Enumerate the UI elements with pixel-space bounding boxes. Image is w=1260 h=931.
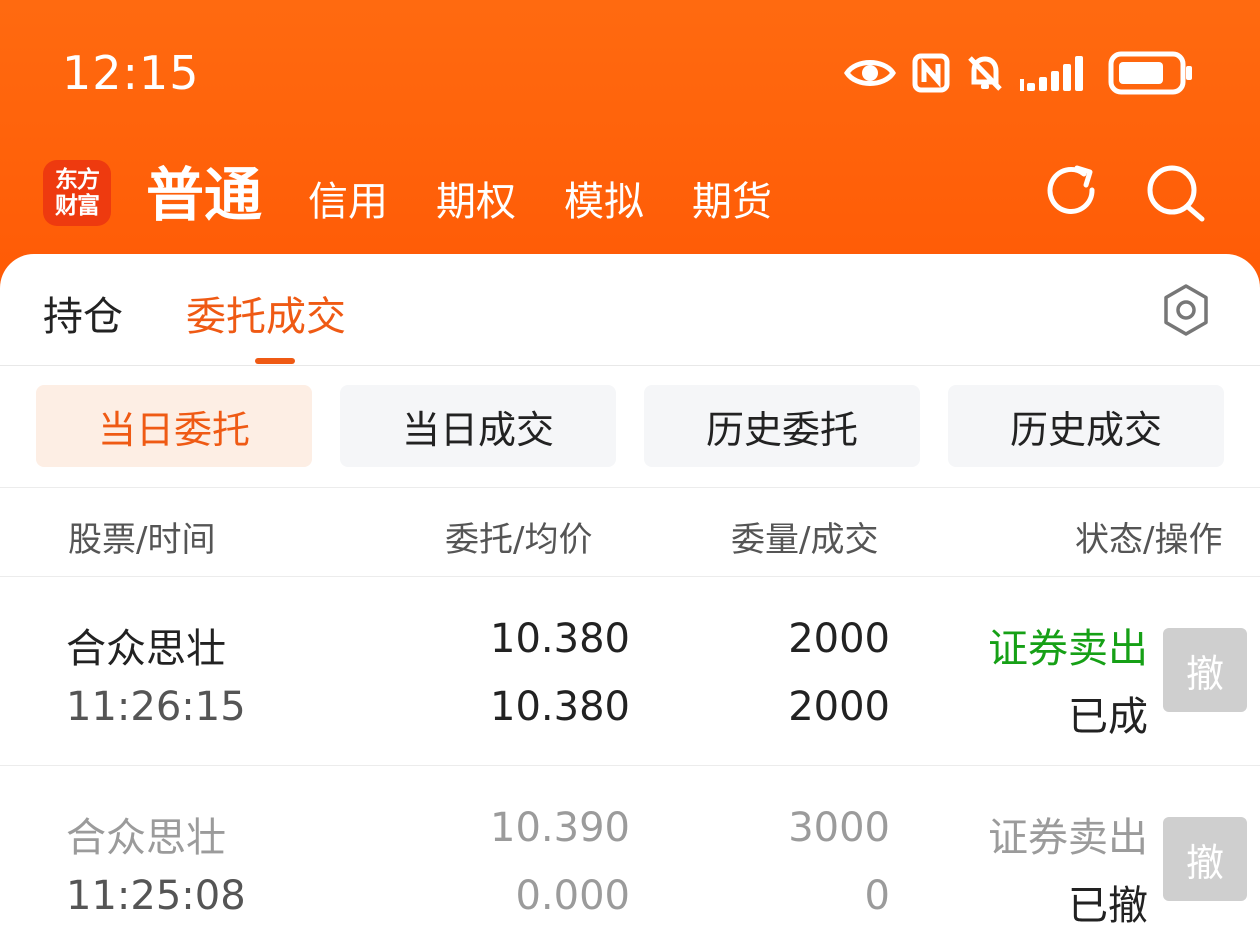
status-icons <box>844 48 1194 98</box>
status-bar: 12:15 <box>0 0 1260 140</box>
logo-line1: 东方 <box>55 166 100 193</box>
divider <box>0 765 1260 766</box>
app-logo[interactable]: 东方 财富 <box>43 160 111 226</box>
filter-today-trades[interactable]: 当日成交 <box>340 385 616 467</box>
filter-history-orders[interactable]: 历史委托 <box>644 385 920 467</box>
eye-icon <box>844 60 896 86</box>
tab-orders[interactable]: 委托成交 <box>186 284 346 342</box>
gear-icon[interactable] <box>1158 282 1214 338</box>
order-side: 证券卖出 <box>988 626 1148 672</box>
divider <box>0 487 1260 488</box>
filter-today-orders[interactable]: 当日委托 <box>36 385 312 467</box>
order-time: 11:26:15 <box>66 684 246 730</box>
order-price: 10.380 <box>490 616 630 662</box>
column-header-price: 委托/均价 <box>445 520 593 560</box>
nav-tab-credit[interactable]: 信用 <box>308 166 388 238</box>
sub-tabs: 持仓 委托成交 <box>0 254 1260 366</box>
cancel-order-button[interactable]: 撤 <box>1163 628 1247 712</box>
column-header-stock-time: 股票/时间 <box>68 520 216 560</box>
nfc-icon <box>912 53 950 93</box>
nav-tab-options[interactable]: 期权 <box>436 166 516 238</box>
refresh-icon[interactable] <box>1040 160 1104 224</box>
order-side: 证券卖出 <box>988 815 1148 861</box>
order-time: 11:25:08 <box>66 873 246 919</box>
order-status: 已撤 <box>1068 883 1148 929</box>
nav-tab-regular[interactable]: 普通 <box>146 152 262 238</box>
order-filters: 当日委托 当日成交 历史委托 历史成交 <box>36 385 1224 467</box>
column-header-status: 状态/操作 <box>1075 520 1223 560</box>
battery-icon <box>1108 51 1192 95</box>
logo-line2: 财富 <box>55 192 100 219</box>
order-status: 已成 <box>1068 694 1148 740</box>
tab-holdings[interactable]: 持仓 <box>43 284 123 342</box>
signal-icon <box>1020 56 1083 91</box>
nav-tab-futures[interactable]: 期货 <box>692 166 772 238</box>
order-price: 10.390 <box>490 805 630 851</box>
divider <box>0 576 1260 577</box>
avg-price: 10.380 <box>490 684 630 730</box>
mute-icon <box>968 56 1002 91</box>
order-qty: 2000 <box>788 616 890 662</box>
active-tab-underline <box>255 358 295 364</box>
search-icon[interactable] <box>1144 160 1208 224</box>
column-header-qty: 委量/成交 <box>731 520 879 560</box>
filled-qty: 2000 <box>788 684 890 730</box>
stock-name: 合众思壮 <box>66 815 226 861</box>
filter-history-trades[interactable]: 历史成交 <box>948 385 1224 467</box>
cancel-order-button[interactable]: 撤 <box>1163 817 1247 901</box>
account-type-nav: 普通 信用 期权 模拟 期货 <box>146 148 772 238</box>
trade-panel: 持仓 委托成交 当日委托 当日成交 历史委托 历史成交 股票/时间 委托/均价 … <box>0 254 1260 931</box>
avg-price: 0.000 <box>515 873 630 919</box>
filled-qty: 0 <box>864 873 890 919</box>
nav-tab-simulated[interactable]: 模拟 <box>564 166 644 238</box>
order-qty: 3000 <box>788 805 890 851</box>
status-time: 12:15 <box>62 46 200 100</box>
stock-name: 合众思壮 <box>66 626 226 672</box>
